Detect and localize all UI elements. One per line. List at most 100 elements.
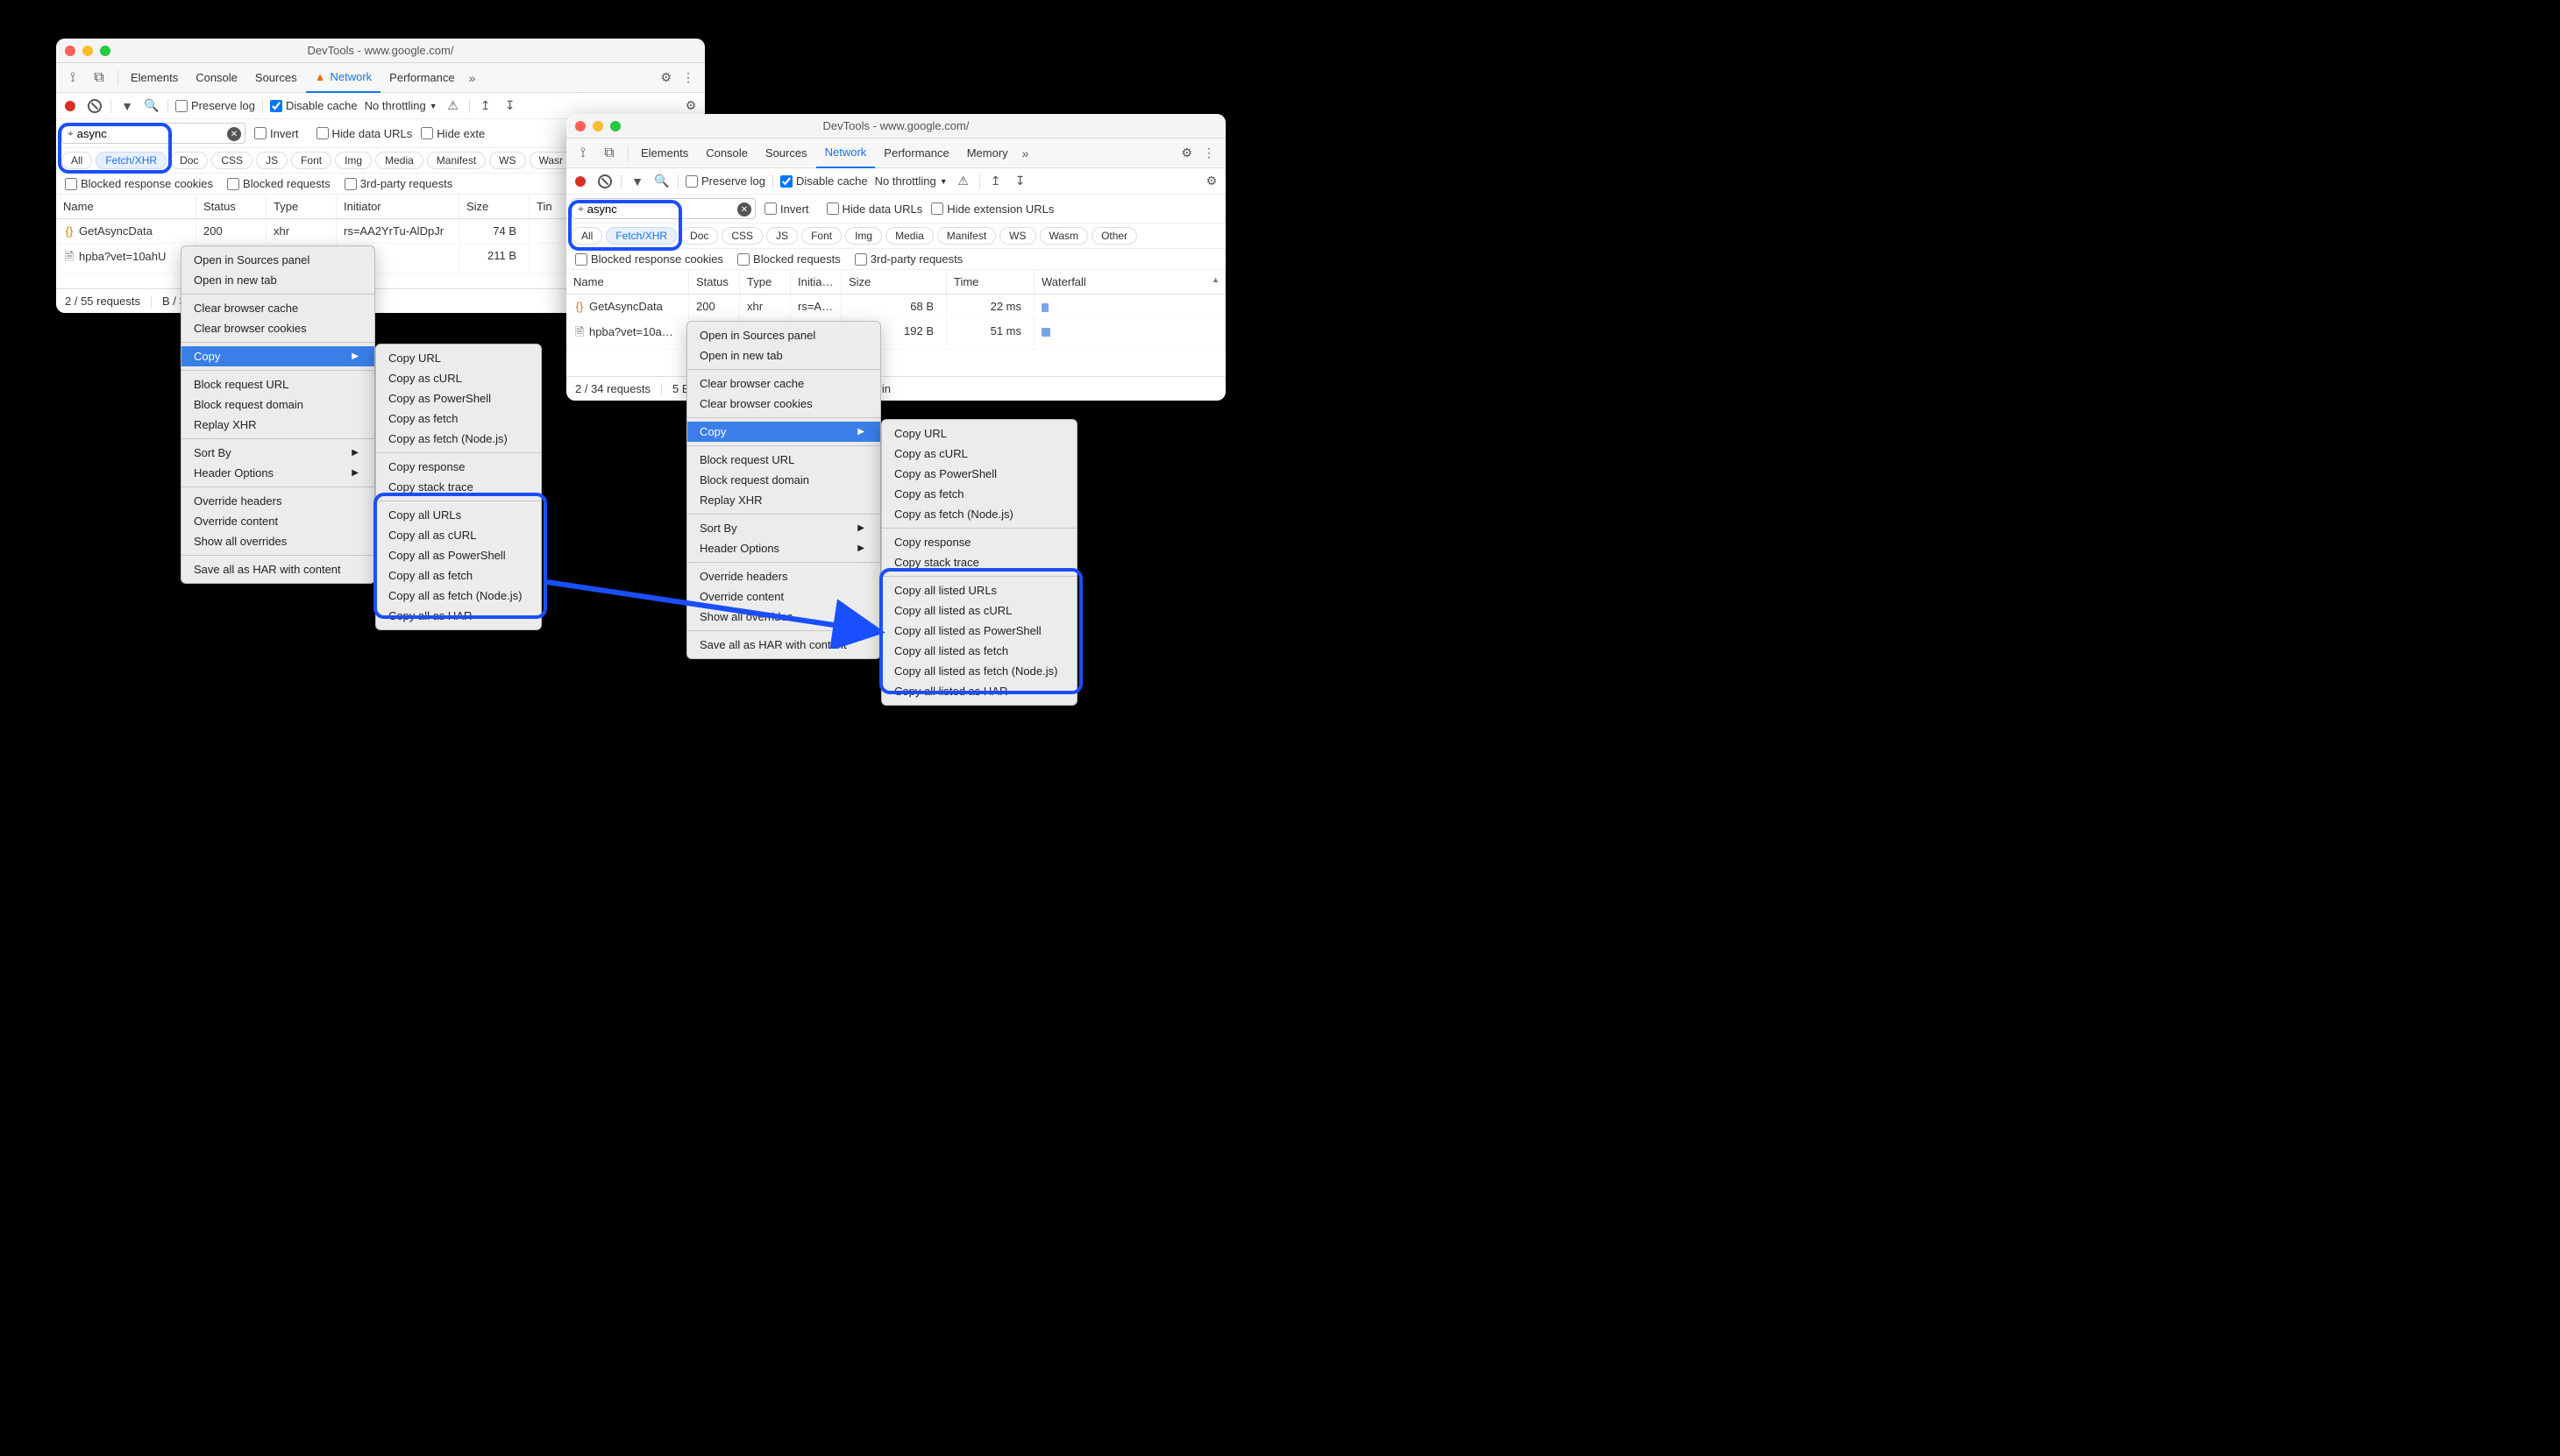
mi-copy-fetch-node[interactable]: Copy as fetch (Node.js) [376, 429, 541, 449]
col-status[interactable]: Status [689, 270, 740, 294]
chip-doc[interactable]: Doc [680, 227, 718, 245]
filter-input[interactable] [587, 202, 734, 216]
mi-clear-cookies[interactable]: Clear browser cookies [687, 394, 880, 414]
record-icon[interactable] [61, 97, 79, 115]
tab-performance[interactable]: Performance [875, 138, 957, 168]
clear-icon[interactable] [596, 173, 614, 190]
tab-sources[interactable]: Sources [246, 63, 306, 93]
hide-ext-urls-checkbox[interactable]: Hide exte [421, 127, 485, 140]
mi-copy-all-listed-curl[interactable]: Copy all listed as cURL [882, 600, 1077, 621]
mi-open-tab[interactable]: Open in new tab [687, 345, 880, 366]
chip-media[interactable]: Media [375, 152, 423, 169]
third-party-checkbox[interactable]: 3rd-party requests [345, 177, 453, 190]
mi-override-content[interactable]: Override content [181, 511, 374, 531]
disable-cache-checkbox[interactable]: Disable cache [270, 99, 358, 112]
filter-icon[interactable]: ▼ [118, 97, 136, 115]
mi-block-url[interactable]: Block request URL [687, 450, 880, 470]
chip-manifest[interactable]: Manifest [937, 227, 996, 245]
col-name[interactable]: Name [56, 195, 196, 218]
mi-replay-xhr[interactable]: Replay XHR [181, 415, 374, 435]
filter-input[interactable] [77, 127, 224, 140]
device-icon[interactable]: ⧉ [88, 67, 110, 89]
clear-filter-icon[interactable]: ✕ [737, 202, 751, 217]
mi-header-options[interactable]: Header Options▶ [181, 463, 374, 483]
settings-icon[interactable]: ⚙ [1176, 146, 1198, 160]
mi-clear-cache[interactable]: Clear browser cache [181, 298, 374, 318]
mi-copy-curl[interactable]: Copy as cURL [376, 368, 541, 388]
tab-console[interactable]: Console [697, 138, 757, 168]
blocked-resp-checkbox[interactable]: Blocked response cookies [65, 177, 213, 190]
mi-copy-ps[interactable]: Copy as PowerShell [376, 388, 541, 408]
chip-img[interactable]: Img [845, 227, 882, 245]
chip-other[interactable]: Other [1092, 227, 1137, 245]
tab-elements[interactable]: Elements [122, 63, 187, 93]
preserve-log-checkbox[interactable]: Preserve log [175, 99, 255, 112]
hide-data-urls-checkbox[interactable]: Hide data URLs [827, 202, 923, 216]
blocked-resp-checkbox[interactable]: Blocked response cookies [575, 252, 723, 266]
mi-open-sources[interactable]: Open in Sources panel [687, 325, 880, 345]
hide-data-urls-checkbox[interactable]: Hide data URLs [316, 127, 413, 140]
chip-media[interactable]: Media [885, 227, 934, 245]
mi-replay-xhr[interactable]: Replay XHR [687, 490, 880, 510]
mi-copy-all-ps[interactable]: Copy all as PowerShell [376, 545, 541, 565]
chip-fetch-xhr[interactable]: Fetch/XHR [96, 152, 167, 169]
gear-icon[interactable]: ⚙ [1203, 173, 1220, 190]
col-type[interactable]: Type [740, 270, 791, 294]
chip-manifest[interactable]: Manifest [427, 152, 486, 169]
mi-copy[interactable]: Copy▶ [687, 422, 880, 442]
chip-ws[interactable]: WS [489, 152, 525, 169]
col-name[interactable]: Name [566, 270, 689, 294]
mi-copy-fetch-node[interactable]: Copy as fetch (Node.js) [882, 504, 1077, 524]
mi-copy-all-listed-har[interactable]: Copy all listed as HAR [882, 681, 1077, 701]
tab-console[interactable]: Console [187, 63, 246, 93]
mi-copy[interactable]: Copy▶ [181, 346, 374, 366]
gear-icon[interactable]: ⚙ [682, 97, 700, 115]
mi-copy-all-har[interactable]: Copy all as HAR [376, 606, 541, 626]
preserve-log-checkbox[interactable]: Preserve log [686, 174, 765, 188]
throttling-dropdown[interactable]: No throttling▼ [875, 174, 948, 188]
tab-performance[interactable]: Performance [380, 63, 463, 93]
mi-copy-fetch[interactable]: Copy as fetch [376, 408, 541, 429]
chip-ws[interactable]: WS [999, 227, 1035, 245]
inspect-icon[interactable]: ⟟ [572, 142, 594, 165]
blocked-req-checkbox[interactable]: Blocked requests [227, 177, 331, 190]
table-row[interactable]: 🗎hpba?vet=10a…192 B51 ms [566, 319, 1226, 350]
mi-copy-url[interactable]: Copy URL [376, 348, 541, 368]
device-icon[interactable]: ⧉ [598, 142, 621, 165]
settings-icon[interactable]: ⚙ [655, 70, 677, 85]
blocked-req-checkbox[interactable]: Blocked requests [737, 252, 841, 266]
col-type[interactable]: Type [267, 195, 337, 218]
hide-ext-urls-checkbox[interactable]: Hide extension URLs [931, 202, 1054, 216]
mi-copy-all-listed-fetch-node[interactable]: Copy all listed as fetch (Node.js) [882, 661, 1077, 681]
tab-network[interactable]: ▲Network [306, 63, 381, 93]
tabs-overflow[interactable]: » [1017, 146, 1035, 160]
mi-sort-by[interactable]: Sort By▶ [181, 443, 374, 463]
chip-font[interactable]: Font [801, 227, 842, 245]
upload-icon[interactable]: ↥ [477, 97, 494, 115]
chip-all[interactable]: All [61, 152, 92, 169]
search-icon[interactable]: 🔍 [653, 173, 671, 190]
chip-img[interactable]: Img [335, 152, 372, 169]
invert-checkbox[interactable]: Invert [254, 127, 299, 140]
mi-copy-url[interactable]: Copy URL [882, 423, 1077, 444]
chip-css[interactable]: CSS [211, 152, 252, 169]
chip-css[interactable]: CSS [722, 227, 763, 245]
mi-clear-cookies[interactable]: Clear browser cookies [181, 318, 374, 338]
mi-block-domain[interactable]: Block request domain [687, 470, 880, 490]
mi-show-overrides[interactable]: Show all overrides [181, 531, 374, 551]
mi-save-har[interactable]: Save all as HAR with content [181, 559, 374, 579]
mi-copy-stack[interactable]: Copy stack trace [882, 552, 1077, 572]
wifi-icon[interactable]: ⚠︎ [955, 173, 972, 190]
disable-cache-checkbox[interactable]: Disable cache [780, 174, 868, 188]
record-icon[interactable] [572, 173, 589, 190]
tab-memory[interactable]: Memory [958, 138, 1017, 168]
upload-icon[interactable]: ↥ [987, 173, 1005, 190]
mi-copy-response[interactable]: Copy response [882, 532, 1077, 552]
chip-doc[interactable]: Doc [170, 152, 208, 169]
mi-copy-curl[interactable]: Copy as cURL [882, 444, 1077, 464]
inspect-icon[interactable]: ⟟ [61, 67, 84, 89]
filter-icon[interactable]: ▼ [629, 173, 646, 190]
clear-icon[interactable] [86, 97, 103, 115]
col-size[interactable]: Size [459, 195, 530, 218]
mi-copy-all-curl[interactable]: Copy all as cURL [376, 525, 541, 545]
